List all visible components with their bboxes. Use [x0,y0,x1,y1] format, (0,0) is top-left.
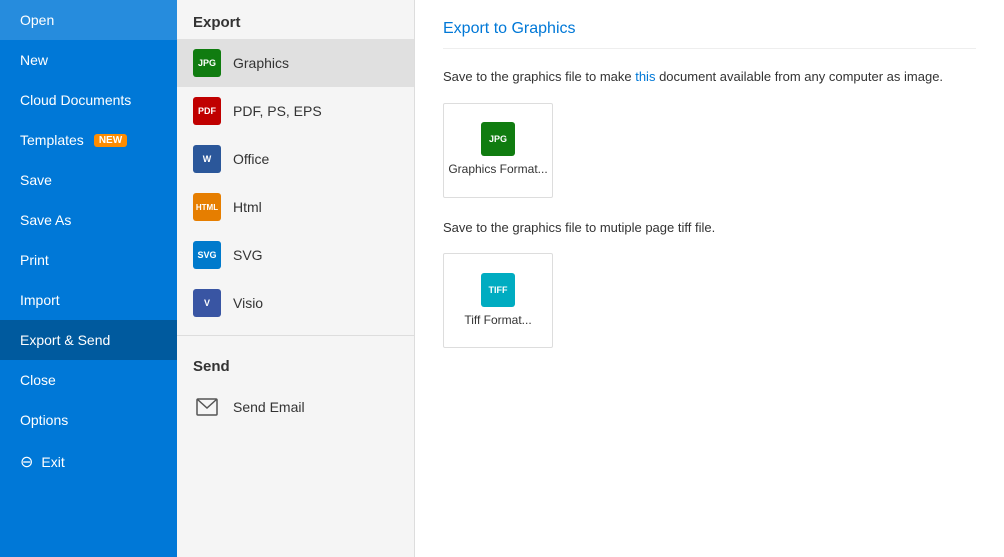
mid-item-label: SVG [233,247,263,263]
word-icon: W [193,145,221,173]
sidebar-item-label: Save As [20,212,71,228]
sidebar-item-label: Open [20,12,54,28]
sidebar-item-save[interactable]: Save [0,160,177,200]
right-panel-desc2: Save to the graphics file to mutiple pag… [443,218,976,238]
email-icon [193,393,221,421]
mid-item-label: PDF, PS, EPS [233,103,322,119]
mid-item-pdf-ps-eps[interactable]: PDF PDF, PS, EPS [177,87,414,135]
mid-item-label: Html [233,199,262,215]
mid-item-office[interactable]: W Office [177,135,414,183]
right-panel-desc1: Save to the graphics file to make this d… [443,67,976,87]
sidebar-item-close[interactable]: Close [0,360,177,400]
new-badge: NEW [94,134,127,147]
sidebar-item-label: Print [20,252,49,268]
desc1-highlight: this [635,69,655,84]
mid-item-label: Send Email [233,399,305,415]
mid-item-label: Office [233,151,269,167]
mid-item-html[interactable]: HTML Html [177,183,414,231]
mid-item-visio[interactable]: V Visio [177,279,414,327]
sidebar-item-import[interactable]: Import [0,280,177,320]
sidebar-item-print[interactable]: Print [0,240,177,280]
sidebar-item-save-as[interactable]: Save As [0,200,177,240]
sidebar-item-label: Exit [41,454,64,470]
mid-item-svg[interactable]: SVG SVG [177,231,414,279]
sidebar-item-options[interactable]: Options [0,400,177,440]
sidebar-item-label: Import [20,292,60,308]
mid-panel: Export JPG Graphics PDF PDF, PS, EPS W O… [177,0,415,557]
sidebar-item-label: Cloud Documents [20,92,131,108]
sidebar-item-label: Close [20,372,56,388]
tiff-format-card[interactable]: TIFF Tiff Format... [443,253,553,348]
tiff-format-icon: TIFF [481,273,515,307]
sidebar-item-label: Save [20,172,52,188]
sidebar-item-exit[interactable]: ⊖ Exit [0,440,177,484]
mid-divider [177,335,414,336]
sidebar-item-label: Options [20,412,68,428]
exit-icon: ⊖ [20,452,33,472]
sidebar-item-templates[interactable]: Templates NEW [0,120,177,160]
sidebar-item-export-send[interactable]: Export & Send [0,320,177,360]
mid-item-graphics[interactable]: JPG Graphics [177,39,414,87]
sidebar-item-new[interactable]: New [0,40,177,80]
sidebar-item-label: New [20,52,48,68]
visio-icon: V [193,289,221,317]
svg-icon: SVG [193,241,221,269]
right-panel-title: Export to Graphics [443,20,976,49]
mid-item-send-email[interactable]: Send Email [177,383,414,431]
graphics-format-label: Graphics Format... [448,162,547,178]
sidebar-item-label: Templates [20,132,84,148]
jpg-icon: JPG [193,49,221,77]
sidebar-item-label: Export & Send [20,332,110,348]
mid-item-label: Visio [233,295,263,311]
jpg-format-icon: JPG [481,122,515,156]
graphics-format-card[interactable]: JPG Graphics Format... [443,103,553,198]
sidebar-item-open[interactable]: Open [0,0,177,40]
sidebar-item-cloud-documents[interactable]: Cloud Documents [0,80,177,120]
send-section-header: Send [177,344,414,383]
pdf-icon: PDF [193,97,221,125]
mid-item-label: Graphics [233,55,289,71]
export-section-header: Export [177,0,414,39]
html-icon: HTML [193,193,221,221]
right-panel: Export to Graphics Save to the graphics … [415,0,1004,557]
sidebar: Open New Cloud Documents Templates NEW S… [0,0,177,557]
tiff-format-label: Tiff Format... [464,313,531,329]
